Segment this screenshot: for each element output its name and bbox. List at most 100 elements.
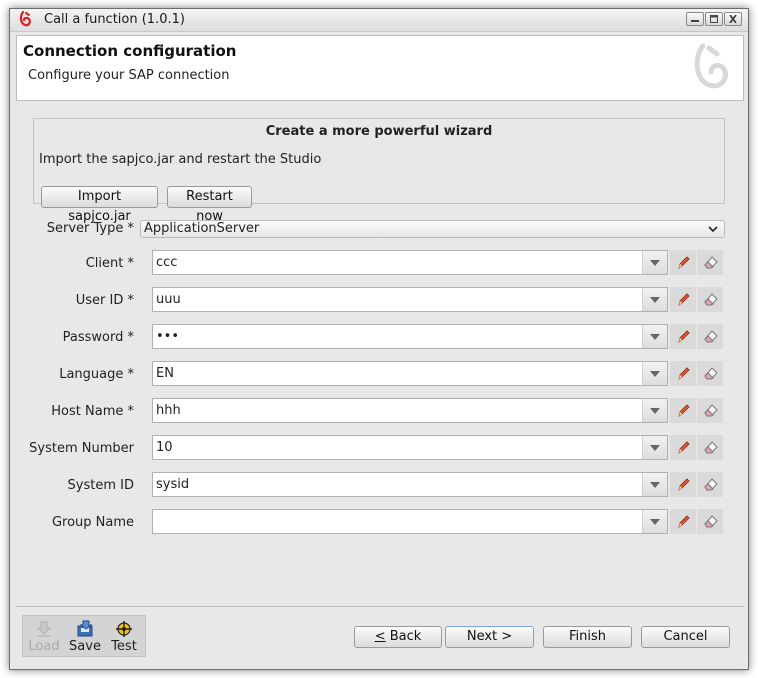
system-id-label: System ID [67, 478, 134, 493]
title-bar: Call a function (1.0.1) [10, 9, 748, 32]
password-value: ••• [156, 329, 180, 344]
user-id-clear-button[interactable] [697, 287, 723, 312]
password-dropdown-button[interactable] [642, 325, 667, 348]
load-label: Load [28, 639, 60, 654]
client-label: Client * [85, 256, 134, 271]
load-button[interactable]: Load [25, 618, 63, 656]
wizard-upgrade-panel: Create a more powerful wizard Import the… [33, 118, 725, 224]
language-dropdown-button[interactable] [642, 362, 667, 385]
save-label: Save [69, 639, 101, 654]
host-name-clear-button[interactable] [697, 398, 723, 423]
wizard-panel-text: Import the sapjco.jar and restart the St… [39, 152, 322, 167]
user-id-label: User ID * [75, 293, 134, 308]
back-button[interactable]: < Back [354, 626, 442, 648]
pencil-icon [678, 441, 690, 454]
user-id-edit-button[interactable] [670, 287, 696, 312]
language-input[interactable]: EN [152, 361, 668, 386]
page-subtitle: Configure your SAP connection [28, 68, 230, 83]
dropdown-arrow-icon [650, 371, 660, 377]
test-button[interactable]: Test [105, 618, 143, 656]
system-number-dropdown-button[interactable] [642, 436, 667, 459]
system-number-edit-button[interactable] [670, 435, 696, 460]
client-dropdown-button[interactable] [642, 251, 667, 274]
load-icon [36, 621, 52, 637]
language-value: EN [156, 366, 174, 381]
dropdown-arrow-icon [650, 519, 660, 525]
client-clear-button[interactable] [697, 250, 723, 275]
eraser-icon [704, 478, 718, 491]
eraser-icon [704, 367, 718, 380]
user-id-dropdown-button[interactable] [642, 288, 667, 311]
pencil-icon [678, 256, 690, 269]
window-title: Call a function (1.0.1) [44, 12, 185, 27]
pencil-icon [678, 367, 690, 380]
page-title: Connection configuration [23, 42, 237, 60]
system-number-input[interactable]: 10 [152, 435, 668, 460]
group-name-label: Group Name [51, 515, 134, 530]
maximize-button[interactable] [705, 12, 723, 26]
minimize-icon [691, 20, 699, 22]
wizard-window: Call a function (1.0.1) Connection confi… [9, 8, 749, 670]
save-button[interactable]: Save [66, 618, 104, 656]
user-id-input[interactable]: uuu [152, 287, 668, 312]
connection-toolbar: Load Save Test [22, 615, 146, 657]
pencil-icon [678, 330, 690, 343]
group-name-input[interactable] [152, 509, 668, 534]
group-name-dropdown-button[interactable] [642, 510, 667, 533]
system-id-edit-button[interactable] [670, 472, 696, 497]
client-edit-button[interactable] [670, 250, 696, 275]
studio-logo-icon [694, 43, 728, 89]
restart-now-button[interactable]: Restart now [167, 186, 252, 224]
eraser-icon [704, 515, 718, 528]
pencil-icon [678, 515, 690, 528]
eraser-icon [704, 293, 718, 306]
import-sapjco-button[interactable]: Import sapjco.jar [41, 186, 158, 224]
maximize-icon [710, 15, 718, 23]
password-edit-button[interactable] [670, 324, 696, 349]
password-input[interactable]: ••• [152, 324, 668, 349]
host-name-edit-button[interactable] [670, 398, 696, 423]
system-number-clear-button[interactable] [697, 435, 723, 460]
wizard-header: Connection configuration Configure your … [16, 35, 744, 101]
client-input[interactable]: ccc [152, 250, 668, 275]
cancel-button[interactable]: Cancel [641, 626, 730, 648]
group-name-clear-button[interactable] [697, 509, 723, 534]
system-id-input[interactable]: sysid [152, 472, 668, 497]
dropdown-arrow-icon [650, 482, 660, 488]
client-value: ccc [156, 255, 178, 270]
test-label: Test [111, 639, 137, 654]
server-type-select[interactable]: ApplicationServer [140, 220, 725, 238]
eraser-icon [704, 404, 718, 417]
eraser-icon [704, 256, 718, 269]
language-clear-button[interactable] [697, 361, 723, 386]
finish-button[interactable]: Finish [543, 626, 632, 648]
system-id-value: sysid [156, 477, 190, 492]
pencil-icon [678, 404, 690, 417]
app-logo-icon [19, 11, 31, 27]
eraser-icon [704, 441, 718, 454]
pencil-icon [678, 293, 690, 306]
host-name-dropdown-button[interactable] [642, 399, 667, 422]
pencil-icon [678, 478, 690, 491]
system-number-value: 10 [156, 440, 173, 455]
password-label: Password * [62, 330, 134, 345]
server-type-value: ApplicationServer [144, 221, 260, 236]
footer-separator [16, 606, 744, 607]
wizard-panel-title: Create a more powerful wizard [265, 124, 493, 139]
password-clear-button[interactable] [697, 324, 723, 349]
close-icon [729, 15, 737, 23]
system-id-clear-button[interactable] [697, 472, 723, 497]
close-button[interactable] [724, 12, 742, 26]
next-button[interactable]: Next > [445, 626, 534, 648]
host-name-input[interactable]: hhh [152, 398, 668, 423]
save-icon [77, 620, 93, 637]
language-edit-button[interactable] [670, 361, 696, 386]
dropdown-arrow-icon [650, 445, 660, 451]
group-name-edit-button[interactable] [670, 509, 696, 534]
minimize-button[interactable] [686, 12, 704, 26]
dropdown-arrow-icon [650, 260, 660, 266]
chevron-down-icon [708, 226, 718, 233]
test-icon [116, 621, 132, 637]
system-id-dropdown-button[interactable] [642, 473, 667, 496]
server-type-label: Server Type * [46, 221, 134, 236]
